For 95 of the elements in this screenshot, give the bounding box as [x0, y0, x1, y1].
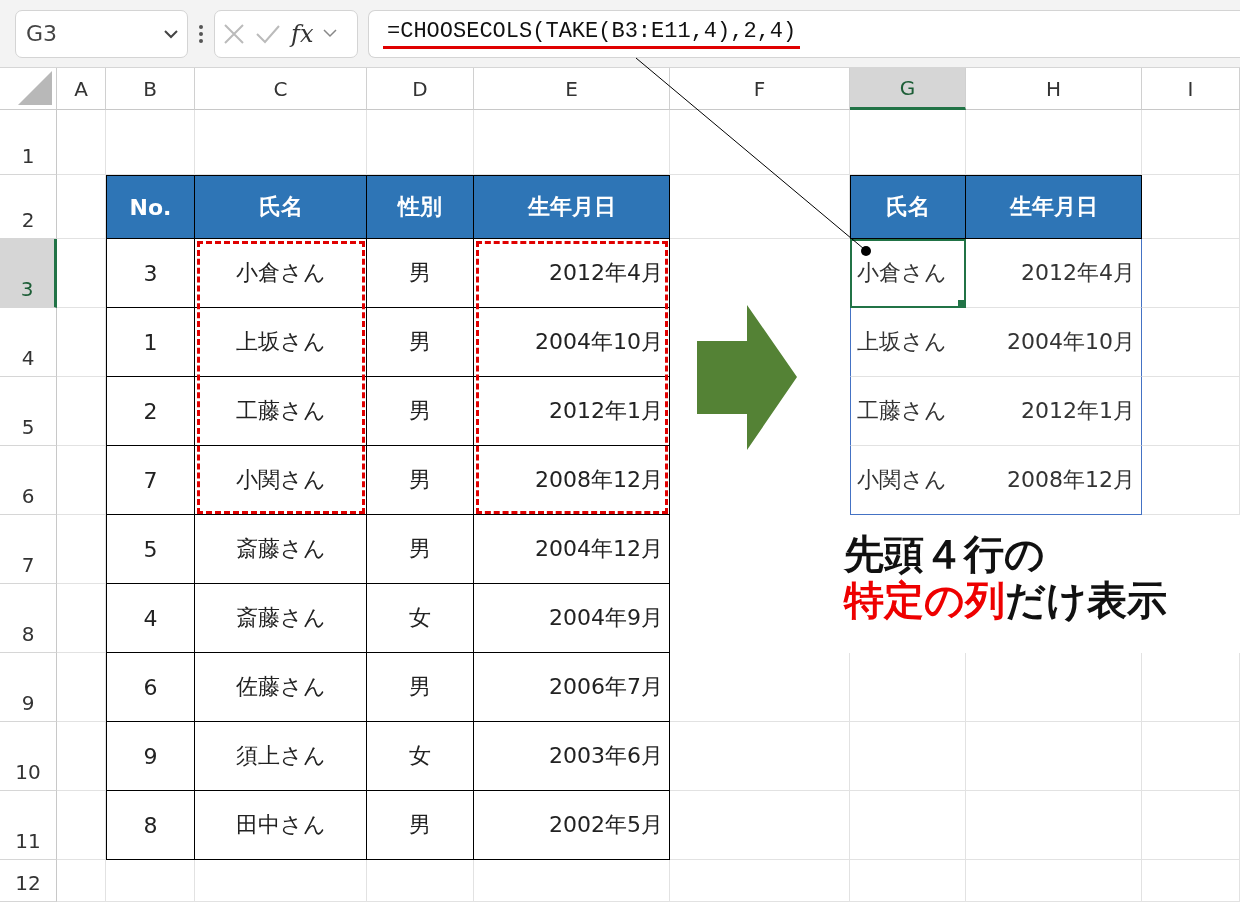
row-header[interactable]: 2 — [0, 175, 57, 239]
table-cell: 女 — [367, 722, 474, 791]
table-cell: 工藤さん — [195, 377, 367, 446]
empty-cell[interactable] — [966, 791, 1142, 860]
table-header-cell: 生年月日 — [966, 175, 1142, 239]
chevron-down-icon[interactable] — [323, 29, 338, 38]
table-cell: 小関さん — [850, 446, 966, 515]
table-cell: 斎藤さん — [195, 515, 367, 584]
column-header[interactable]: I — [1142, 68, 1240, 110]
select-all-button[interactable] — [0, 68, 57, 110]
table-cell: 2012年4月 — [966, 239, 1142, 308]
table-cell: 工藤さん — [850, 377, 966, 446]
table-cell: 4 — [106, 584, 195, 653]
table-cell: 上坂さん — [850, 308, 966, 377]
table-cell: 男 — [367, 239, 474, 308]
table-cell: 2004年10月 — [474, 308, 670, 377]
table-cell: 2004年9月 — [474, 584, 670, 653]
table-cell: 7 — [106, 446, 195, 515]
empty-cell[interactable] — [1142, 110, 1240, 175]
table-cell: 9 — [106, 722, 195, 791]
cancel-icon[interactable] — [223, 22, 245, 45]
row-header[interactable]: 4 — [0, 308, 57, 377]
column-header[interactable]: A — [57, 68, 106, 110]
row-header[interactable]: 1 — [0, 110, 57, 175]
table-header-cell: 性別 — [367, 175, 474, 239]
row-header[interactable]: 11 — [0, 791, 57, 860]
table-cell: 佐藤さん — [195, 653, 367, 722]
empty-cell[interactable] — [966, 722, 1142, 791]
column-header[interactable]: E — [474, 68, 670, 110]
column-header[interactable]: H — [966, 68, 1142, 110]
table-cell: 2004年10月 — [966, 308, 1142, 377]
table-cell: 須上さん — [195, 722, 367, 791]
table-cell: 小関さん — [195, 446, 367, 515]
empty-cell[interactable] — [850, 722, 966, 791]
table-cell: 男 — [367, 446, 474, 515]
empty-cell[interactable] — [966, 860, 1142, 902]
empty-cell[interactable] — [850, 860, 966, 902]
table-cell: 2008年12月 — [966, 446, 1142, 515]
table-cell: 2012年1月 — [966, 377, 1142, 446]
row-header[interactable]: 12 — [0, 860, 57, 902]
table-cell: 2012年4月 — [474, 239, 670, 308]
table-cell: 2002年5月 — [474, 791, 670, 860]
table-header-cell: 生年月日 — [474, 175, 670, 239]
checkmark-icon[interactable] — [255, 23, 281, 44]
table-cell: 6 — [106, 653, 195, 722]
table-header-cell: 氏名 — [850, 175, 966, 239]
table-cell: 男 — [367, 308, 474, 377]
empty-cell[interactable] — [1142, 722, 1240, 791]
empty-cell[interactable] — [670, 110, 850, 175]
table-header-cell: No. — [106, 175, 195, 239]
table-cell: 2 — [106, 377, 195, 446]
column-header[interactable]: D — [367, 68, 474, 110]
table-cell: 2004年12月 — [474, 515, 670, 584]
row-header[interactable]: 5 — [0, 377, 57, 446]
table-cell: 男 — [367, 377, 474, 446]
row-header[interactable]: 7 — [0, 515, 57, 584]
empty-cell[interactable] — [670, 860, 850, 902]
table-cell: 2003年6月 — [474, 722, 670, 791]
table-cell: 5 — [106, 515, 195, 584]
formula-field[interactable]: =CHOOSECOLS(TAKE(B3:E11,4),2,4) — [368, 9, 1240, 58]
row-header[interactable]: 6 — [0, 446, 57, 515]
table-cell: 男 — [367, 791, 474, 860]
row-header[interactable]: 10 — [0, 722, 57, 791]
table-cell: 2008年12月 — [474, 446, 670, 515]
more-options-icon[interactable] — [198, 23, 204, 44]
name-box[interactable]: G3 — [15, 9, 188, 58]
insert-function-button[interactable]: fx — [291, 19, 314, 48]
chevron-down-icon — [163, 28, 179, 39]
column-header[interactable]: C — [195, 68, 367, 110]
table-cell: 1 — [106, 308, 195, 377]
table-cell: 3 — [106, 239, 195, 308]
empty-cell[interactable] — [1142, 860, 1240, 902]
table-cell: 小倉さん — [195, 239, 367, 308]
table-cell: 男 — [367, 515, 474, 584]
table-cell: 男 — [367, 653, 474, 722]
empty-cell[interactable] — [850, 653, 966, 722]
column-header[interactable]: B — [106, 68, 195, 110]
table-cell: 2012年1月 — [474, 377, 670, 446]
column-header[interactable]: G — [850, 68, 966, 110]
table-cell: 田中さん — [195, 791, 367, 860]
empty-cell[interactable] — [1142, 653, 1240, 722]
table-cell: 2006年7月 — [474, 653, 670, 722]
row-header[interactable]: 3 — [0, 239, 57, 308]
empty-cell[interactable] — [966, 653, 1142, 722]
table-cell: 女 — [367, 584, 474, 653]
column-header[interactable]: F — [670, 68, 850, 110]
empty-cell[interactable] — [850, 791, 966, 860]
table-cell: 斎藤さん — [195, 584, 367, 653]
table-header-cell: 氏名 — [195, 175, 367, 239]
table-cell: 8 — [106, 791, 195, 860]
empty-cell[interactable] — [1142, 791, 1240, 860]
right-arrow-icon — [697, 304, 797, 450]
row-header[interactable]: 9 — [0, 653, 57, 722]
row-header[interactable]: 8 — [0, 584, 57, 653]
table-cell: 上坂さん — [195, 308, 367, 377]
